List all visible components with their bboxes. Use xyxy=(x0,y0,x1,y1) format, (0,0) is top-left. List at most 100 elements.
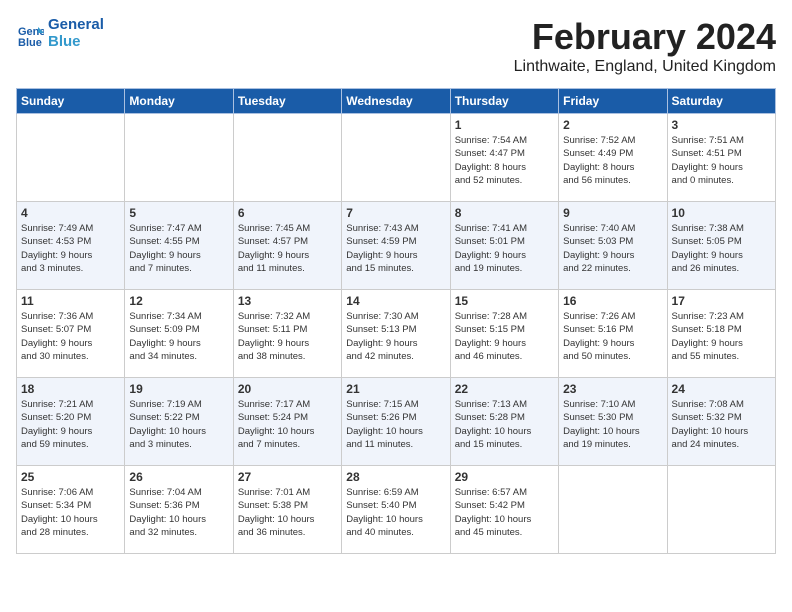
col-header-saturday: Saturday xyxy=(667,89,775,114)
day-content: Sunrise: 6:59 AM Sunset: 5:40 PM Dayligh… xyxy=(346,486,445,539)
day-number: 29 xyxy=(455,470,554,484)
calendar-cell: 3 Sunrise: 7:51 AM Sunset: 4:51 PM Daylig… xyxy=(667,114,775,202)
svg-text:Blue: Blue xyxy=(18,37,42,47)
col-header-monday: Monday xyxy=(125,89,233,114)
calendar-cell: 4Sunrise: 7:49 AM Sunset: 4:53 PM Daylig… xyxy=(17,202,125,290)
day-content: Sunrise: 7:36 AM Sunset: 5:07 PM Dayligh… xyxy=(21,310,120,363)
calendar-cell: 18 Sunrise: 7:21 AM Sunset: 5:20 PM Dayli… xyxy=(17,378,125,466)
col-header-sunday: Sunday xyxy=(17,89,125,114)
calendar-cell: 10 Sunrise: 7:38 AM Sunset: 5:05 PM Dayli… xyxy=(667,202,775,290)
calendar-cell: 20 Sunrise: 7:17 AM Sunset: 5:24 PM Dayli… xyxy=(233,378,341,466)
calendar-body: 1 Sunrise: 7:54 AM Sunset: 4:47 PM Daylig… xyxy=(17,114,776,554)
logo-icon: General Blue xyxy=(16,19,44,47)
week-row-3: 11 Sunrise: 7:36 AM Sunset: 5:07 PM Dayli… xyxy=(17,290,776,378)
day-content: Sunrise: 7:17 AM Sunset: 5:24 PM Dayligh… xyxy=(238,398,337,451)
day-number: 1 xyxy=(455,118,554,132)
day-number: 6 xyxy=(238,206,337,220)
day-content: Sunrise: 6:57 AM Sunset: 5:42 PM Dayligh… xyxy=(455,486,554,539)
day-content: Sunrise: 7:23 AM Sunset: 5:18 PM Dayligh… xyxy=(672,310,771,363)
day-content: Sunrise: 7:30 AM Sunset: 5:13 PM Dayligh… xyxy=(346,310,445,363)
day-content: Sunrise: 7:06 AM Sunset: 5:34 PM Dayligh… xyxy=(21,486,120,539)
col-header-thursday: Thursday xyxy=(450,89,558,114)
day-content: Sunrise: 7:34 AM Sunset: 5:09 PM Dayligh… xyxy=(129,310,228,363)
day-number: 9 xyxy=(563,206,662,220)
day-number: 12 xyxy=(129,294,228,308)
day-number: 16 xyxy=(563,294,662,308)
day-content: Sunrise: 7:13 AM Sunset: 5:28 PM Dayligh… xyxy=(455,398,554,451)
calendar-cell: 21Sunrise: 7:15 AM Sunset: 5:26 PM Dayli… xyxy=(342,378,450,466)
day-number: 27 xyxy=(238,470,337,484)
calendar-cell xyxy=(17,114,125,202)
day-content: Sunrise: 7:08 AM Sunset: 5:32 PM Dayligh… xyxy=(672,398,771,451)
calendar-cell: 28 Sunrise: 6:59 AM Sunset: 5:40 PM Dayli… xyxy=(342,466,450,554)
day-content: Sunrise: 7:47 AM Sunset: 4:55 PM Dayligh… xyxy=(129,222,228,275)
day-content: Sunrise: 7:04 AM Sunset: 5:36 PM Dayligh… xyxy=(129,486,228,539)
day-number: 18 xyxy=(21,382,120,396)
day-content: Sunrise: 7:54 AM Sunset: 4:47 PM Dayligh… xyxy=(455,134,554,187)
calendar-cell: 19 Sunrise: 7:19 AM Sunset: 5:22 PM Dayli… xyxy=(125,378,233,466)
day-content: Sunrise: 7:15 AM Sunset: 5:26 PM Dayligh… xyxy=(346,398,445,451)
day-content: Sunrise: 7:01 AM Sunset: 5:38 PM Dayligh… xyxy=(238,486,337,539)
day-number: 13 xyxy=(238,294,337,308)
calendar-cell: 23 Sunrise: 7:10 AM Sunset: 5:30 PM Dayli… xyxy=(559,378,667,466)
calendar-cell: 15 Sunrise: 7:28 AM Sunset: 5:15 PM Dayli… xyxy=(450,290,558,378)
calendar-cell: 17 Sunrise: 7:23 AM Sunset: 5:18 PM Dayli… xyxy=(667,290,775,378)
day-number: 8 xyxy=(455,206,554,220)
calendar-cell xyxy=(125,114,233,202)
day-content: Sunrise: 7:21 AM Sunset: 5:20 PM Dayligh… xyxy=(21,398,120,451)
day-number: 17 xyxy=(672,294,771,308)
day-number: 23 xyxy=(563,382,662,396)
day-content: Sunrise: 7:40 AM Sunset: 5:03 PM Dayligh… xyxy=(563,222,662,275)
day-number: 15 xyxy=(455,294,554,308)
day-number: 11 xyxy=(21,294,120,308)
week-row-1: 1 Sunrise: 7:54 AM Sunset: 4:47 PM Daylig… xyxy=(17,114,776,202)
calendar-cell: 12 Sunrise: 7:34 AM Sunset: 5:09 PM Dayli… xyxy=(125,290,233,378)
day-content: Sunrise: 7:28 AM Sunset: 5:15 PM Dayligh… xyxy=(455,310,554,363)
calendar-cell: 14Sunrise: 7:30 AM Sunset: 5:13 PM Dayli… xyxy=(342,290,450,378)
day-number: 24 xyxy=(672,382,771,396)
day-content: Sunrise: 7:10 AM Sunset: 5:30 PM Dayligh… xyxy=(563,398,662,451)
day-number: 2 xyxy=(563,118,662,132)
week-row-5: 25Sunrise: 7:06 AM Sunset: 5:34 PM Dayli… xyxy=(17,466,776,554)
calendar-cell: 11 Sunrise: 7:36 AM Sunset: 5:07 PM Dayli… xyxy=(17,290,125,378)
logo-line1: General xyxy=(48,16,104,33)
calendar-cell: 8Sunrise: 7:41 AM Sunset: 5:01 PM Daylig… xyxy=(450,202,558,290)
week-row-2: 4Sunrise: 7:49 AM Sunset: 4:53 PM Daylig… xyxy=(17,202,776,290)
day-number: 19 xyxy=(129,382,228,396)
week-row-4: 18 Sunrise: 7:21 AM Sunset: 5:20 PM Dayli… xyxy=(17,378,776,466)
calendar-cell: 24 Sunrise: 7:08 AM Sunset: 5:32 PM Dayli… xyxy=(667,378,775,466)
day-content: Sunrise: 7:19 AM Sunset: 5:22 PM Dayligh… xyxy=(129,398,228,451)
calendar-cell: 9 Sunrise: 7:40 AM Sunset: 5:03 PM Daylig… xyxy=(559,202,667,290)
logo: General Blue General Blue xyxy=(16,16,104,51)
calendar-cell xyxy=(233,114,341,202)
calendar-title: February 2024 xyxy=(514,16,776,58)
day-number: 3 xyxy=(672,118,771,132)
calendar-cell: 26 Sunrise: 7:04 AM Sunset: 5:36 PM Dayli… xyxy=(125,466,233,554)
title-block: February 2024 Linthwaite, England, Unite… xyxy=(514,16,776,76)
day-content: Sunrise: 7:38 AM Sunset: 5:05 PM Dayligh… xyxy=(672,222,771,275)
day-number: 26 xyxy=(129,470,228,484)
day-content: Sunrise: 7:51 AM Sunset: 4:51 PM Dayligh… xyxy=(672,134,771,187)
day-number: 20 xyxy=(238,382,337,396)
calendar-cell: 16 Sunrise: 7:26 AM Sunset: 5:16 PM Dayli… xyxy=(559,290,667,378)
calendar-cell: 2Sunrise: 7:52 AM Sunset: 4:49 PM Daylig… xyxy=(559,114,667,202)
day-number: 10 xyxy=(672,206,771,220)
calendar-subtitle: Linthwaite, England, United Kingdom xyxy=(514,58,776,76)
calendar-cell xyxy=(559,466,667,554)
day-content: Sunrise: 7:32 AM Sunset: 5:11 PM Dayligh… xyxy=(238,310,337,363)
calendar-cell: 13 Sunrise: 7:32 AM Sunset: 5:11 PM Dayli… xyxy=(233,290,341,378)
calendar-cell: 22 Sunrise: 7:13 AM Sunset: 5:28 PM Dayli… xyxy=(450,378,558,466)
logo-line2: Blue xyxy=(48,33,104,50)
calendar-cell xyxy=(667,466,775,554)
calendar-cell: 5Sunrise: 7:47 AM Sunset: 4:55 PM Daylig… xyxy=(125,202,233,290)
calendar-table: SundayMondayTuesdayWednesdayThursdayFrid… xyxy=(16,88,776,554)
col-header-friday: Friday xyxy=(559,89,667,114)
calendar-cell: 1 Sunrise: 7:54 AM Sunset: 4:47 PM Daylig… xyxy=(450,114,558,202)
day-number: 28 xyxy=(346,470,445,484)
day-number: 22 xyxy=(455,382,554,396)
col-header-wednesday: Wednesday xyxy=(342,89,450,114)
calendar-cell: 25Sunrise: 7:06 AM Sunset: 5:34 PM Dayli… xyxy=(17,466,125,554)
day-content: Sunrise: 7:43 AM Sunset: 4:59 PM Dayligh… xyxy=(346,222,445,275)
calendar-cell: 7Sunrise: 7:43 AM Sunset: 4:59 PM Daylig… xyxy=(342,202,450,290)
day-content: Sunrise: 7:26 AM Sunset: 5:16 PM Dayligh… xyxy=(563,310,662,363)
